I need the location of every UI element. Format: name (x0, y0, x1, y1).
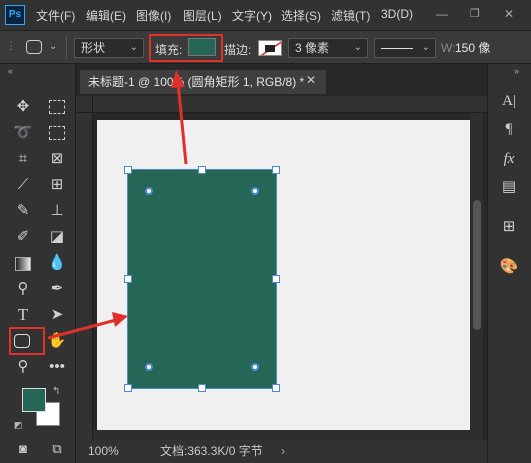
menu-file[interactable]: 文件(F) (36, 7, 75, 24)
corner-radius-handle[interactable] (251, 363, 259, 371)
transform-handle[interactable] (198, 166, 206, 174)
chevron-down-icon: ⌄ (421, 42, 430, 53)
top-ruler (76, 96, 487, 113)
menu-filter[interactable]: 滤镜(T) (331, 7, 370, 24)
transform-handle[interactable] (272, 275, 280, 283)
gradient-tool-icon[interactable] (12, 252, 34, 274)
pen-tool-icon[interactable]: ✒ (46, 278, 68, 300)
stroke-width-value: 3 像素 (295, 41, 330, 55)
stamp-tool-icon[interactable]: ⊥ (46, 200, 68, 222)
menu-edit[interactable]: 编辑(E) (86, 7, 126, 24)
transform-handle[interactable] (124, 166, 132, 174)
spot-heal-tool-icon[interactable]: ⊞ (46, 174, 68, 196)
crop-tool-icon[interactable]: ⌗ (12, 148, 34, 170)
menu-type[interactable]: 文字(Y) (232, 7, 272, 24)
transform-handle[interactable] (124, 275, 132, 283)
ruler-corner (76, 96, 93, 113)
transform-handle[interactable] (198, 384, 206, 392)
frame-tool-icon[interactable]: ⊠ (46, 148, 68, 170)
menu-bar: Ps 文件(F) 编辑(E) 图像(I) 图层(L) 文字(Y) 选择(S) 滤… (0, 0, 531, 30)
transform-handle[interactable] (272, 166, 280, 174)
corner-radius-handle[interactable] (251, 187, 259, 195)
width-label: W: (441, 41, 456, 55)
menu-select[interactable]: 选择(S) (281, 7, 321, 24)
stroke-color-swatch[interactable] (258, 40, 282, 56)
fill-color-swatch[interactable] (188, 38, 216, 56)
close-tab-icon[interactable]: ✕ (306, 73, 316, 87)
rounded-rectangle-tool-icon[interactable] (14, 334, 30, 348)
eyedropper-tool-icon[interactable]: ⟋ (12, 174, 34, 196)
zoom-tool-icon[interactable]: ⚲ (12, 356, 34, 378)
collapse-right-icon[interactable]: » (514, 66, 519, 76)
lasso-tool-icon[interactable]: ➰ (12, 122, 34, 144)
default-colors-icon[interactable]: ◩ (14, 420, 23, 431)
corner-radius-handle[interactable] (145, 363, 153, 371)
fill-label: 填充: (155, 43, 183, 57)
horizontal-scrollbar[interactable] (93, 430, 470, 440)
marquee-tool-icon[interactable] (46, 96, 68, 118)
restore-icon[interactable]: ❐ (470, 7, 480, 20)
properties-icon[interactable]: ▤ (498, 176, 520, 198)
minimize-icon[interactable]: — (436, 7, 448, 21)
close-icon[interactable]: ✕ (504, 7, 514, 21)
status-bar: 100% 文档:363.3K/0 字节 › (76, 440, 487, 463)
fx-icon[interactable]: fx (498, 148, 520, 170)
brush-tool-icon[interactable]: ✎ (12, 200, 34, 222)
menu-layer[interactable]: 图层(L) (183, 7, 222, 24)
chevron-down-icon[interactable]: ⌄ (49, 41, 57, 52)
path-select-tool-icon[interactable]: ➤ (46, 304, 68, 326)
rounded-rectangle-shape[interactable] (127, 169, 277, 389)
history-brush-tool-icon[interactable]: ✐ (12, 226, 34, 248)
corner-radius-handle[interactable] (145, 187, 153, 195)
document-tab-title: 未标题-1 @ 100% (圆角矩形 1, RGB/8) * (88, 75, 305, 89)
type-tool-icon[interactable]: T (12, 304, 34, 326)
status-menu-icon[interactable]: › (281, 440, 285, 463)
divider (66, 36, 67, 58)
swap-colors-icon[interactable]: ↰ (52, 386, 60, 397)
ps-logo: Ps (5, 5, 25, 25)
options-grip-icon: ⋮ (6, 41, 16, 52)
quick-mask-icon[interactable]: ◙ (12, 438, 34, 460)
shape-mode-value: 形状 (81, 41, 106, 55)
document-info: 文档:363.3K/0 字节 (160, 444, 263, 458)
stroke-width-select[interactable]: 3 像素 ⌄ (288, 38, 368, 58)
blur-tool-icon[interactable]: 💧 (46, 252, 68, 274)
transform-handle[interactable] (272, 384, 280, 392)
dodge-tool-icon[interactable]: ⚲ (12, 278, 34, 300)
stroke-type-select[interactable]: ⌄ (374, 38, 436, 58)
vertical-scroll-thumb[interactable] (473, 200, 481, 330)
object-select-tool-icon[interactable] (46, 122, 68, 144)
chevron-down-icon: ⌄ (129, 42, 138, 53)
move-tool-icon[interactable]: ✥ (12, 96, 34, 118)
chevron-down-icon: ⌄ (353, 42, 362, 53)
transform-handle[interactable] (124, 384, 132, 392)
stroke-line-sample (381, 48, 413, 50)
left-ruler (76, 113, 93, 440)
collapse-icon[interactable]: « (8, 66, 13, 76)
character-icon[interactable]: A| (498, 90, 520, 112)
screen-mode-icon[interactable]: ⧉ (46, 438, 68, 460)
hand-tool-icon[interactable]: ✋ (46, 330, 68, 352)
width-field[interactable]: 150 像 (455, 38, 531, 58)
more-tools-icon[interactable]: ••• (46, 356, 68, 378)
table-icon[interactable]: ⊞ (498, 216, 520, 238)
menu-image[interactable]: 图像(I) (136, 7, 171, 24)
palette-icon[interactable]: 🎨 (498, 256, 520, 278)
eraser-tool-icon[interactable]: ◪ (46, 226, 68, 248)
zoom-level[interactable]: 100% (88, 440, 119, 463)
menu-3d[interactable]: 3D(D) (381, 7, 413, 21)
foreground-color-swatch[interactable] (22, 388, 46, 412)
document-tab[interactable]: 未标题-1 @ 100% (圆角矩形 1, RGB/8) * (80, 70, 326, 94)
rounded-rect-preset-icon[interactable] (26, 40, 42, 54)
shape-mode-select[interactable]: 形状 ⌄ (74, 38, 144, 58)
stroke-label: 描边: (224, 43, 252, 57)
paragraph-icon[interactable]: ¶ (498, 118, 520, 140)
